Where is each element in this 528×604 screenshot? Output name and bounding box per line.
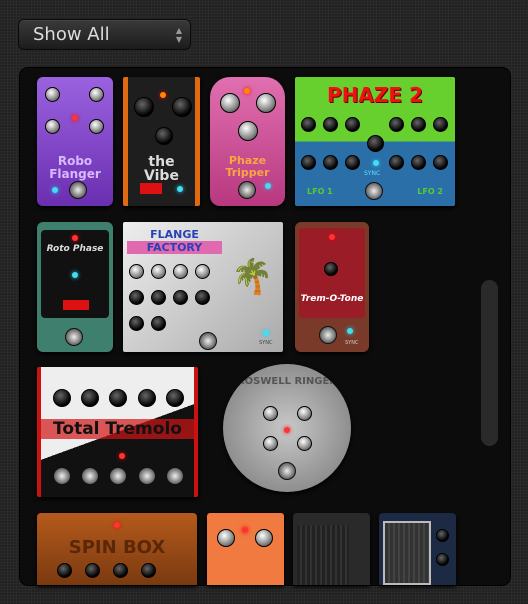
pedal-total-tremolo[interactable]: Total Tremolo [37, 367, 198, 497]
pedal-name: SPIN BOX [68, 537, 166, 558]
pedal-name: Total Tremolo [41, 419, 194, 439]
pedal-phaze-2[interactable]: PHAZE 2 SYNC LFO 1 LFO 2 [295, 77, 455, 206]
pedal-name: Roto Phase [46, 244, 104, 254]
lfo2-label: LFO 2 [417, 187, 443, 196]
pedal-name: ROSWELL RINGER [236, 376, 338, 387]
pedal-name: Phaze Tripper [225, 154, 270, 179]
pedal-trem-o-tone[interactable]: Trem-O-Tone SYNC [295, 222, 369, 352]
pedal-wah-blue[interactable] [379, 513, 456, 585]
lfo1-label: LFO 1 [307, 187, 333, 196]
pedal-roswell-ringer[interactable]: ROSWELL RINGER [223, 364, 351, 492]
pedal-robo-flanger[interactable]: Robo Flanger [37, 77, 113, 206]
pedal-name: the Vibe [144, 154, 179, 184]
pedal-wah-dark[interactable] [293, 513, 370, 585]
pedal-name: Trem-O-Tone [300, 294, 364, 304]
pedal-name: PHAZE 2 [327, 83, 423, 107]
pedal-orange[interactable] [207, 513, 284, 585]
pedal-the-vibe[interactable]: the Vibe [123, 77, 200, 206]
sync-label: SYNC [364, 170, 381, 177]
pedal-name: FLANGE FACTORY [127, 228, 222, 254]
category-filter-dropdown[interactable]: Show All ▲ ▼ [18, 19, 191, 50]
palm-tree-icon: 🌴 [231, 257, 274, 297]
pedal-spin-box[interactable]: SPIN BOX [37, 513, 197, 585]
pedal-roto-phase[interactable]: Roto Phase [37, 222, 113, 352]
vertical-scrollbar[interactable] [481, 280, 498, 446]
pedal-phaze-tripper[interactable]: Phaze Tripper [210, 77, 285, 206]
pedal-flange-factory[interactable]: FLANGE FACTORY 🌴 SYNC [123, 222, 283, 352]
sync-label: SYNC [259, 340, 273, 346]
sync-label: SYNC [345, 340, 359, 346]
pedal-name: Robo Flanger [49, 154, 101, 181]
dropdown-value: Show All [33, 24, 110, 45]
updown-chevron-icon: ▲ ▼ [175, 26, 182, 44]
